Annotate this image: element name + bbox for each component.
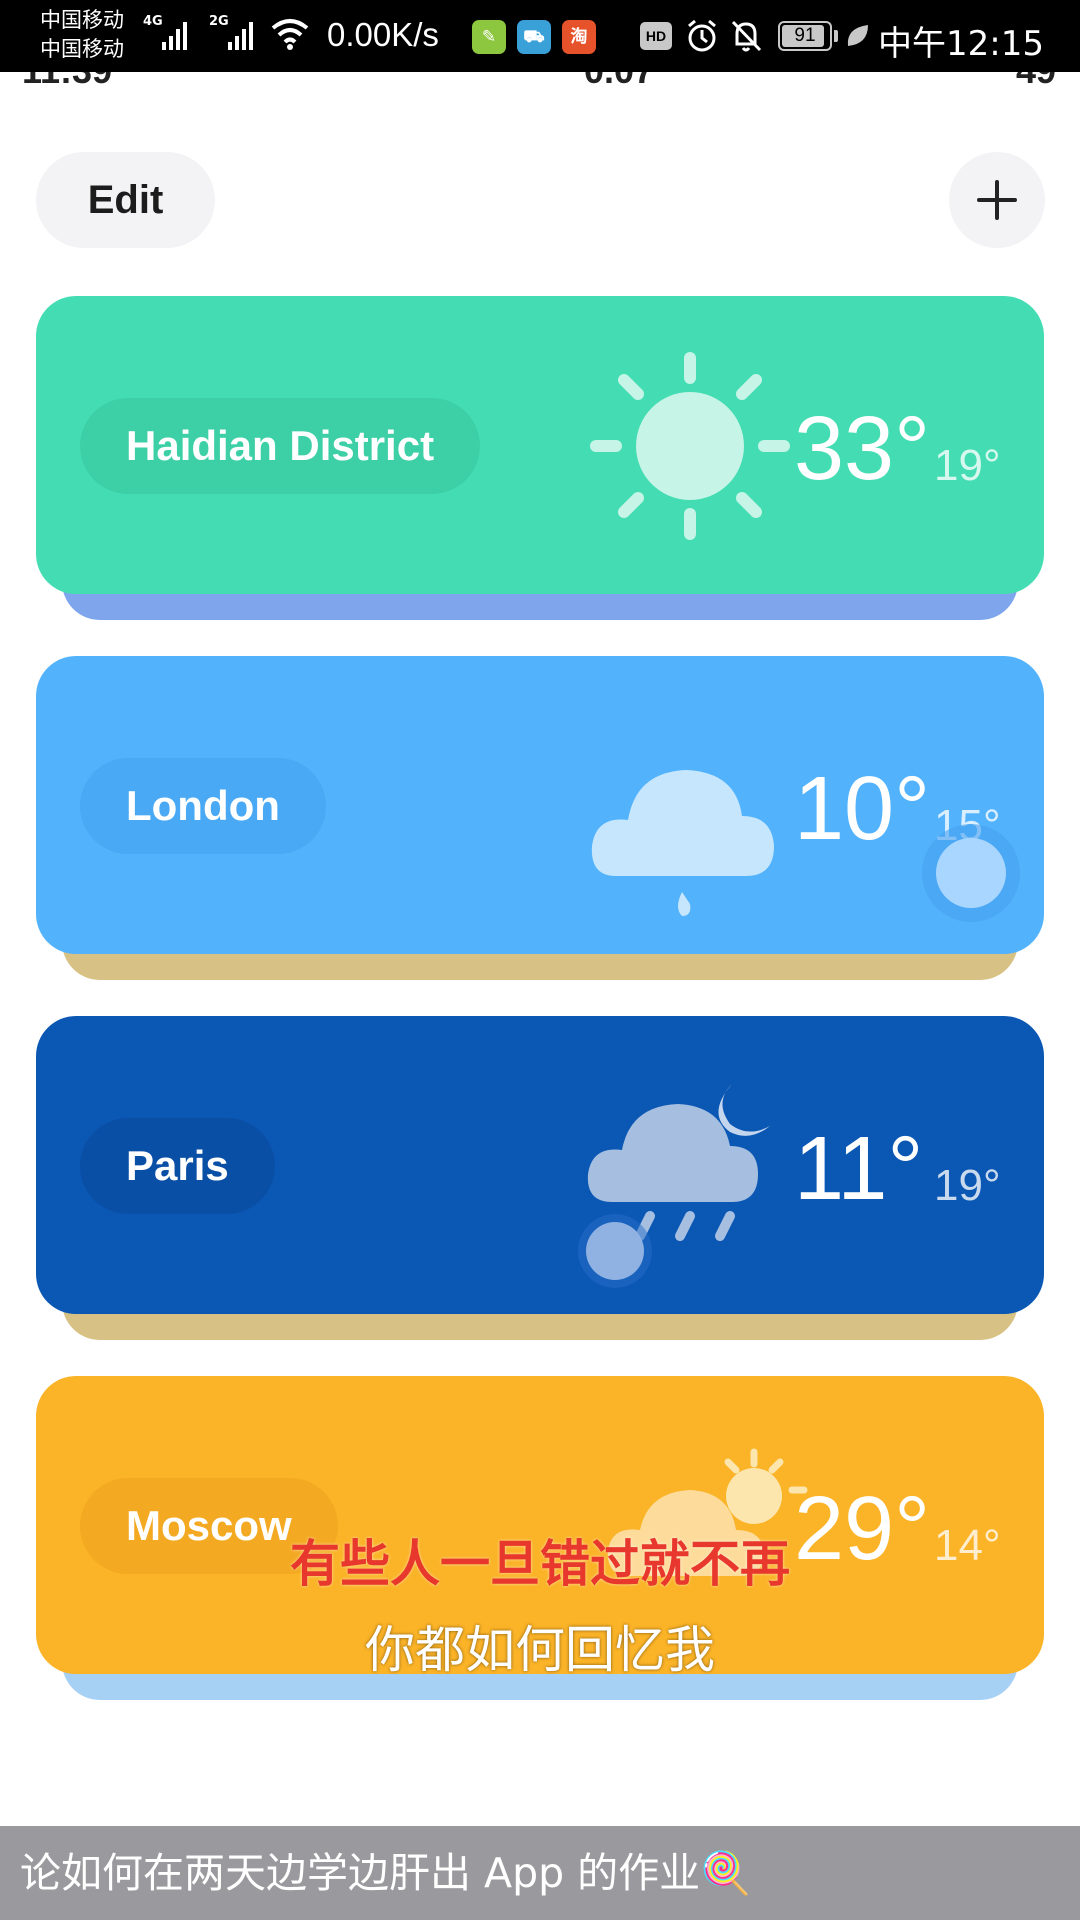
current-temperature: 33° — [794, 399, 931, 499]
carrier-1-label: 中国移动 — [40, 8, 124, 32]
add-city-button[interactable]: + — [949, 152, 1045, 248]
delivery-app-icon: ⛟ — [517, 20, 551, 54]
wifi-icon — [271, 19, 309, 50]
city-name-pill: Haidian District — [80, 398, 481, 494]
video-caption-text: 论如何在两天边学边肝出 App 的作业🍭 — [20, 1849, 752, 1897]
touch-indicator — [936, 838, 1006, 908]
cloud-rain-icon — [591, 770, 774, 916]
touch-indicator — [586, 1222, 644, 1280]
subtitle-line-1: 有些人一旦错过就不再 — [290, 1535, 790, 1593]
notes-app-icon: ✎ — [472, 20, 506, 54]
subtitle-line-2: 你都如何回忆我 — [365, 1621, 715, 1679]
inner-status-battery: 49 — [1016, 72, 1056, 92]
alarm-icon — [688, 19, 716, 52]
status-time: 中午12:15 — [878, 24, 1044, 64]
inner-status-speed: 0.07 — [584, 72, 654, 92]
network-speed: 0.00K/s — [327, 16, 439, 53]
battery-level: 91 — [794, 25, 816, 46]
current-temperature: 11° — [794, 1119, 924, 1219]
city-card-paris[interactable]: Paris 11° 19° — [36, 1016, 1044, 1314]
mute-bell-icon — [731, 20, 762, 52]
leaf-icon — [847, 25, 868, 46]
video-caption-bar: 论如何在两天边学边肝出 App 的作业🍭 — [0, 1826, 1080, 1920]
city-card-london[interactable]: London 10° 15° — [36, 656, 1044, 954]
city-name-pill: London — [80, 758, 326, 854]
city-card-haidian[interactable]: Haidian District 33° 19° — [36, 296, 1044, 594]
signal-icon — [162, 22, 187, 50]
low-temperature: 19° — [934, 441, 1001, 490]
signal-icon-2 — [228, 22, 253, 50]
current-temperature: 10° — [794, 759, 931, 859]
battery-icon: 91 — [778, 21, 832, 51]
edit-button[interactable]: Edit — [36, 152, 215, 248]
inner-status-bar: 11:39 0.07 49 — [0, 72, 1080, 94]
battery-tip — [834, 30, 838, 42]
hd-badge: HD — [640, 22, 672, 50]
low-temperature: 19° — [934, 1161, 1001, 1210]
taobao-app-icon: 淘 — [562, 20, 596, 54]
carrier-labels: 中国移动 中国移动 — [40, 6, 124, 64]
sun-icon — [590, 352, 790, 540]
status-bar: 中国移动 中国移动 4G 2G 0.00K/s ✎ ⛟ 淘 HD 91 中午12… — [0, 0, 1080, 72]
carrier-2-label: 中国移动 — [40, 37, 124, 61]
city-name-pill: Paris — [80, 1118, 275, 1214]
inner-status-time: 11:39 — [22, 72, 112, 92]
